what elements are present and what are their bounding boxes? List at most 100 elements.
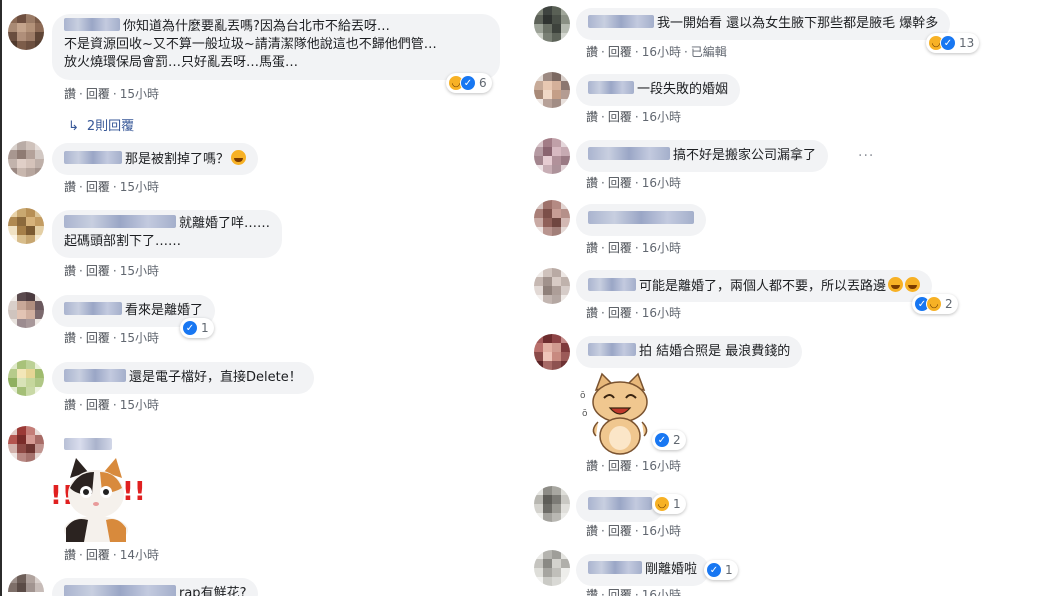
timestamp[interactable]: 16小時 [642,241,681,255]
avatar[interactable] [534,6,570,42]
reply-link[interactable]: 回覆 [86,548,110,562]
like-reaction-icon: ✓ [706,562,722,578]
like-link[interactable]: 讚 [586,588,598,596]
avatar[interactable] [534,200,570,236]
reply-link[interactable]: 回覆 [86,331,110,345]
like-link[interactable]: 讚 [64,87,76,101]
like-link[interactable]: 讚 [586,176,598,190]
timestamp[interactable]: 16小時 [642,176,681,190]
reply-link[interactable]: 回覆 [86,180,110,194]
like-link[interactable]: 讚 [64,264,76,278]
like-link[interactable]: 讚 [586,524,598,538]
timestamp[interactable]: 16小時 [642,45,681,59]
comment-bubble: 我一開始看 還以為女生腋下那些都是腋毛 爆幹多 [576,8,951,40]
comments-column-right: 我一開始看 還以為女生腋下那些都是腋毛 爆幹多 ◡ ✓ 13 讚 · 回覆 · 16小時 · 已… [528,0,1060,596]
comment-text: rap有鮮花? [179,586,247,596]
comment-text: 一段失敗的婚姻 [637,82,729,97]
like-link[interactable]: 讚 [586,110,598,124]
avatar[interactable] [534,138,570,174]
timestamp[interactable]: 15小時 [120,264,159,278]
timestamp[interactable]: 15小時 [120,331,159,345]
more-options-icon[interactable]: ··· [858,148,874,164]
like-link[interactable]: 讚 [64,548,76,562]
reply-link[interactable]: 回覆 [608,45,632,59]
commenter-name-blurred[interactable] [588,81,634,94]
reaction-summary[interactable]: ◡ ✓ 13 [926,33,980,53]
like-link[interactable]: 讚 [586,45,598,59]
comment-actions: 讚 · 回覆 · 15小時 [64,180,159,194]
reaction-summary[interactable]: ◡ 1 [652,494,686,514]
reply-link[interactable]: 回覆 [86,264,110,278]
timestamp[interactable]: 16小時 [642,459,681,473]
commenter-name-blurred[interactable] [64,585,176,596]
reaction-summary[interactable]: ✓ 2 [652,430,686,450]
avatar[interactable] [8,360,44,396]
reply-link[interactable]: 回覆 [608,459,632,473]
reply-link[interactable]: 回覆 [608,524,632,538]
commenter-name-blurred[interactable] [588,278,636,291]
commenter-name-blurred[interactable] [64,215,176,228]
like-link[interactable]: 讚 [586,459,598,473]
avatar[interactable] [534,550,570,586]
like-link[interactable]: 讚 [586,306,598,320]
avatar[interactable] [8,14,44,50]
timestamp[interactable]: 16小時 [642,588,681,596]
timestamp[interactable]: 15小時 [120,180,159,194]
commenter-name-blurred[interactable] [64,18,120,31]
reply-link[interactable]: 回覆 [608,176,632,190]
comment-actions: 讚 · 回覆 · 15小時 [64,398,159,412]
haha-reaction-icon: ◡ [654,496,670,512]
avatar[interactable] [534,486,570,522]
avatar[interactable] [534,334,570,370]
edited-label[interactable]: 已編輯 [691,45,727,59]
rofl-emoji-icon [231,150,247,165]
commenter-name-blurred[interactable] [64,302,122,315]
avatar[interactable] [8,292,44,328]
laughing-cat-sticker[interactable]: ō ō [580,372,660,456]
reply-link[interactable]: 回覆 [608,306,632,320]
avatar[interactable] [8,426,44,462]
timestamp[interactable]: 15小時 [120,87,159,101]
commenter-name-blurred[interactable] [588,147,670,160]
avatar[interactable] [534,268,570,304]
timestamp[interactable]: 15小時 [120,398,159,412]
timestamp[interactable]: 14小時 [120,548,159,562]
like-link[interactable]: 讚 [64,180,76,194]
like-link[interactable]: 讚 [64,331,76,345]
comment-bubble: 一段失敗的婚姻 [576,74,741,106]
reaction-summary[interactable]: ✓ 1 [180,318,214,338]
commenter-name-blurred[interactable] [588,15,654,28]
commenter-name-blurred[interactable] [64,151,122,164]
timestamp[interactable]: 16小時 [642,306,681,320]
commenter-name-blurred[interactable] [588,211,694,224]
commenter-name-blurred[interactable] [588,561,642,574]
commenter-name-blurred[interactable] [64,369,126,382]
timestamp[interactable]: 16小時 [642,524,681,538]
avatar[interactable] [8,208,44,244]
commenter-name-blurred[interactable] [588,497,652,510]
like-link[interactable]: 讚 [64,398,76,412]
reaction-summary[interactable]: ✓ ◡ 2 [912,294,958,314]
reply-link[interactable]: 回覆 [86,398,110,412]
commenter-name-blurred[interactable] [588,343,636,356]
reaction-summary[interactable]: ◡ ✓ 6 [446,73,492,93]
comment-bubble [576,490,664,522]
commenter-name-blurred[interactable] [64,438,112,450]
rofl-emoji-icon [905,277,921,292]
comment-actions: 讚 · 回覆 · 15小時 [64,87,159,101]
comment-actions: 讚 · 回覆 · 16小時 [586,241,681,255]
avatar[interactable] [534,72,570,108]
comment-text: 拍 結婚合照是 最浪費錢的 [639,344,791,359]
timestamp[interactable]: 16小時 [642,110,681,124]
comment-actions: 讚 · 回覆 · 14小時 [64,548,159,562]
avatar[interactable] [8,574,44,596]
reply-link[interactable]: 回覆 [86,87,110,101]
avatar[interactable] [8,141,44,177]
cat-sticker[interactable]: !! !! [48,454,144,542]
view-replies-link[interactable]: ↳ 2則回覆 [68,115,134,134]
reply-link[interactable]: 回覆 [608,110,632,124]
like-link[interactable]: 讚 [586,241,598,255]
reaction-summary[interactable]: ✓ 1 [704,560,738,580]
reply-link[interactable]: 回覆 [608,241,632,255]
reply-link[interactable]: 回覆 [608,588,632,596]
